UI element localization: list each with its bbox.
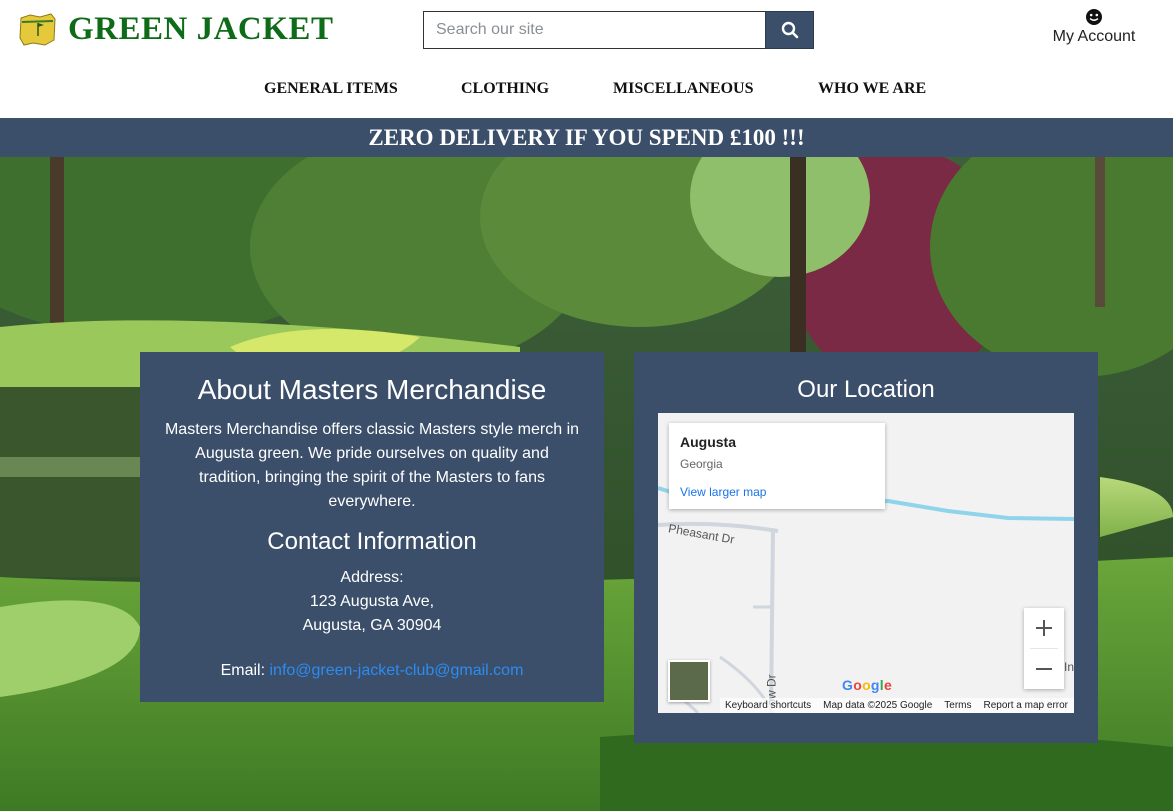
map-zoom-controls (1024, 608, 1064, 689)
plus-icon (1036, 620, 1052, 636)
address-label: Address: (340, 569, 404, 586)
search-bar (423, 11, 814, 49)
contact-title: Contact Information (267, 528, 477, 555)
location-panel: Our Location Pheasant Dr ow Dr In August… (634, 352, 1098, 743)
email-label: Email: (220, 662, 266, 679)
smiley-user-icon (1086, 9, 1102, 25)
email-row: Email: info@green-jacket-club@gmail.com (164, 662, 580, 680)
brand-title: GREEN JACKET (68, 10, 334, 47)
nav-who-we-are[interactable]: WHO WE ARE (818, 80, 926, 98)
location-title: Our Location (797, 376, 935, 403)
minus-icon (1036, 668, 1052, 670)
zoom-in-button[interactable] (1024, 608, 1064, 648)
address-line-1: 123 Augusta Ave, (309, 593, 435, 610)
about-body: Masters Merchandise offers classic Maste… (164, 421, 580, 510)
map-place-card: Augusta Georgia View larger map (669, 423, 885, 509)
masters-map-logo-icon (19, 13, 56, 46)
report-map-error-link[interactable]: Report a map error (984, 698, 1068, 713)
map-footer: Keyboard shortcuts Map data ©2025 Google… (720, 698, 1074, 713)
nav-general-items[interactable]: GENERAL ITEMS (264, 80, 398, 98)
main-nav: GENERAL ITEMS CLOTHING MISCELLANEOUS WHO… (0, 80, 1173, 102)
keyboard-shortcuts-link[interactable]: Keyboard shortcuts (725, 698, 811, 713)
about-title: About Masters Merchandise (197, 374, 547, 405)
google-logo: Google (842, 677, 893, 693)
address-line-2: Augusta, GA 30904 (302, 617, 442, 634)
zoom-out-button[interactable] (1024, 649, 1064, 689)
embedded-map[interactable]: Pheasant Dr ow Dr In Augusta Georgia Vie… (658, 413, 1074, 713)
map-data-label: Map data ©2025 Google (823, 700, 933, 711)
search-icon (781, 21, 798, 39)
my-account-label: My Account (1052, 28, 1136, 45)
brand-logo[interactable]: GREEN JACKET (18, 10, 333, 48)
nav-miscellaneous[interactable]: MISCELLANEOUS (613, 80, 753, 98)
search-button[interactable] (765, 11, 814, 49)
promo-banner: ZERO DELIVERY IF YOU SPEND £100 !!! (0, 118, 1173, 157)
site-header: GREEN JACKET My Account GENERAL ITEMS CL… (0, 0, 1173, 118)
my-account-link[interactable]: My Account (1045, 8, 1143, 46)
map-place-region: Georgia (680, 457, 723, 471)
nav-clothing[interactable]: CLOTHING (461, 80, 549, 98)
view-larger-map-link[interactable]: View larger map (680, 485, 766, 499)
terms-link[interactable]: Terms (944, 698, 971, 713)
search-input[interactable] (423, 11, 765, 49)
satellite-toggle-button[interactable] (668, 660, 710, 702)
email-link[interactable]: info@green-jacket-club@gmail.com (269, 662, 523, 679)
map-place-name: Augusta (680, 434, 736, 450)
address-block: Address: 123 Augusta Ave, Augusta, GA 30… (164, 566, 580, 638)
map-edge-label: In (1064, 660, 1074, 674)
about-panel: About Masters Merchandise Masters Mercha… (140, 352, 604, 702)
